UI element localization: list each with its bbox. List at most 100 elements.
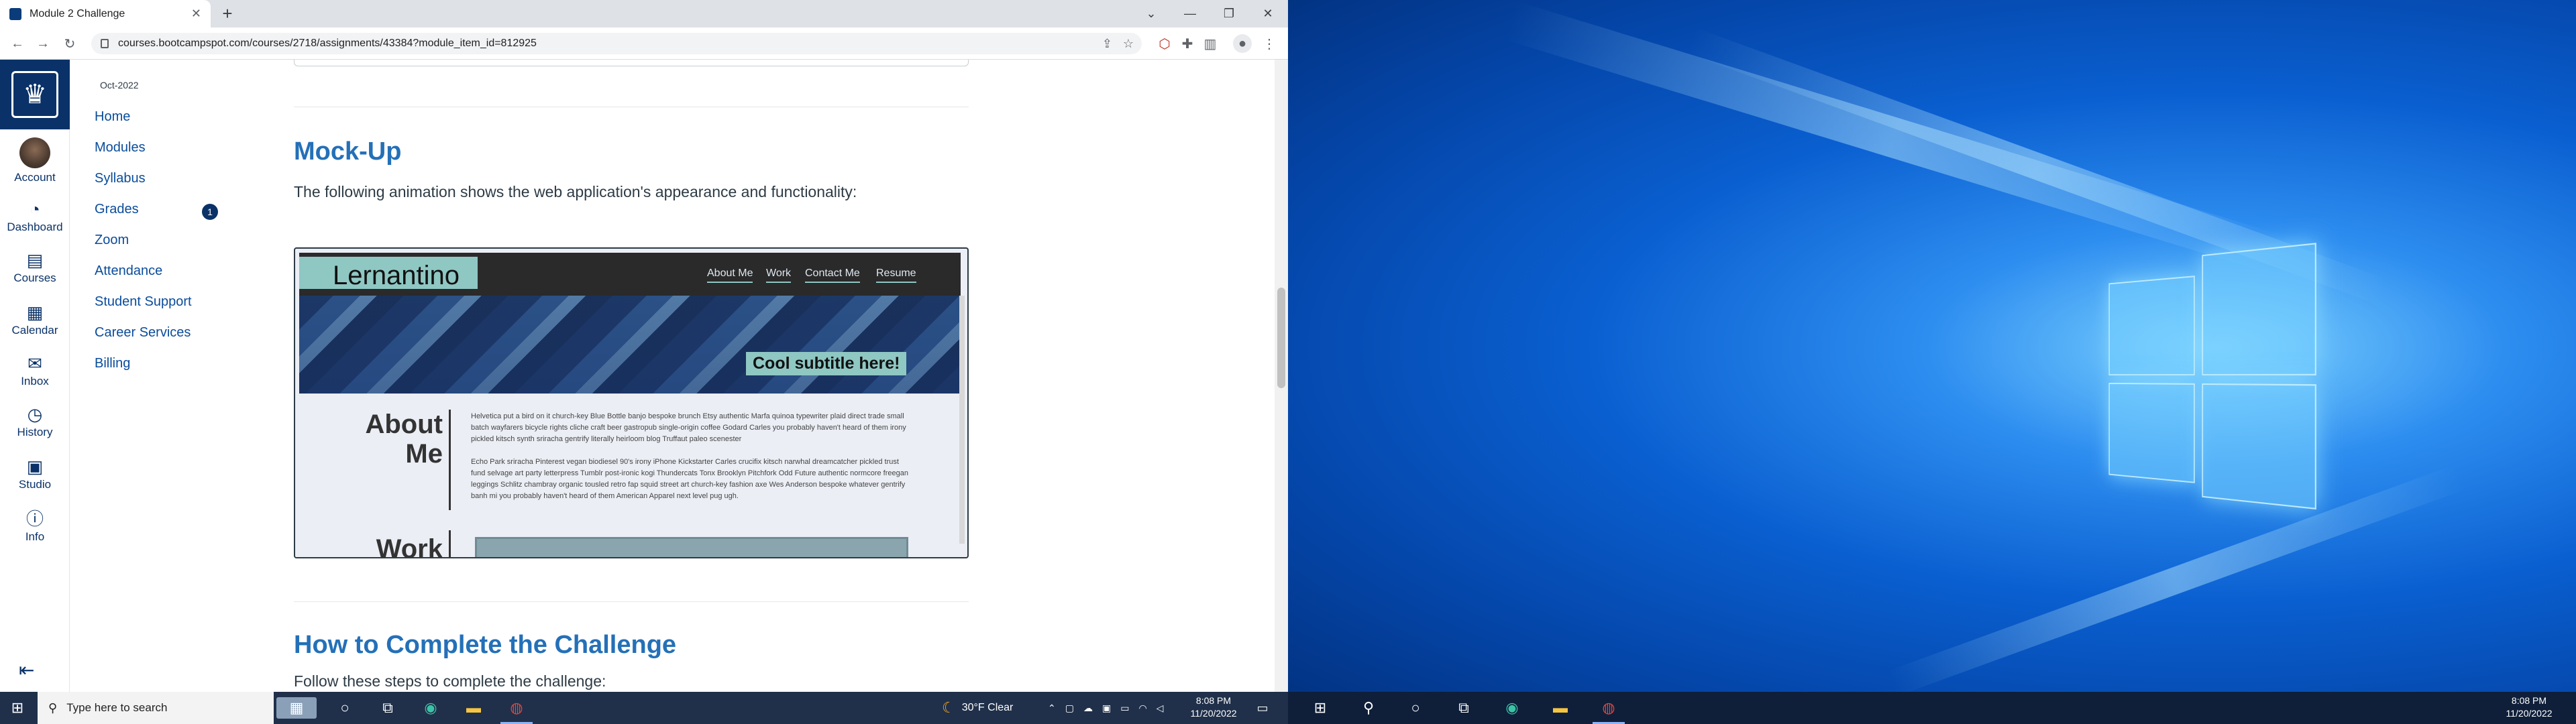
mockup-nav-item: Resume xyxy=(876,267,916,283)
search-icon[interactable]: ⚲ xyxy=(1358,697,1379,719)
search-placeholder: Type here to search xyxy=(66,701,168,714)
news-widget-icon[interactable]: ▦ xyxy=(276,697,317,719)
previous-section-box xyxy=(294,60,969,66)
taskbar-search[interactable]: ⚲ Type here to search xyxy=(38,692,274,724)
edge-icon[interactable]: ◉ xyxy=(420,697,441,719)
mockup-animation-image: Lernantino About Me Work Contact Me Resu… xyxy=(294,247,969,558)
institution-logo[interactable]: ♛ xyxy=(0,60,70,129)
nav-dashboard[interactable]: ◔ Dashboard xyxy=(0,198,70,234)
mockup-divider xyxy=(449,530,451,557)
tray-app-icon[interactable]: ▢ xyxy=(1065,703,1074,714)
onedrive-icon[interactable]: ☁ xyxy=(1083,703,1093,714)
collapse-nav-icon[interactable]: ⇤ xyxy=(19,659,34,681)
course-nav-grades[interactable]: Grades xyxy=(95,202,139,217)
start-windows-icon[interactable]: ⊞ xyxy=(7,697,28,719)
tab-strip: Module 2 Challenge ✕ + ⌄ — ❐ ✕ xyxy=(0,0,1288,27)
taskbar-clock[interactable]: 8:08 PM 11/20/2022 xyxy=(1181,695,1246,720)
chrome-icon[interactable]: ◍ xyxy=(506,697,527,719)
taskbar-right: ⊞ ⚲ ○ ⧉ ◉ ▬ ◍ 8:08 PM 11/20/2022 xyxy=(1288,692,2576,724)
course-nav-zoom[interactable]: Zoom xyxy=(95,233,129,248)
course-nav-billing[interactable]: Billing xyxy=(95,356,130,371)
course-nav-attendance[interactable]: Attendance xyxy=(95,263,162,279)
taskbar-clock[interactable]: 8:08 PM 11/20/2022 xyxy=(2496,695,2563,720)
close-window-icon[interactable]: ✕ xyxy=(1249,0,1287,27)
howto-heading: How to Complete the Challenge xyxy=(294,631,677,659)
nav-calendar[interactable]: ▦ Calendar xyxy=(0,301,70,337)
mockup-subtitle: Cool subtitle here! xyxy=(746,352,907,375)
file-explorer-icon[interactable]: ▬ xyxy=(1550,697,1571,719)
nav-inbox[interactable]: ✉ Inbox xyxy=(0,352,70,388)
lock-icon xyxy=(101,39,109,48)
screen: Module 2 Challenge ✕ + ⌄ — ❐ ✕ ← → ↻ cou… xyxy=(0,0,2576,724)
notification-icon[interactable]: ▭ xyxy=(1252,697,1273,719)
system-tray[interactable]: ⌃ ▢ ☁ ▣ ▭ ◠ ◁ xyxy=(1048,692,1163,724)
browser-window: Module 2 Challenge ✕ + ⌄ — ❐ ✕ ← → ↻ cou… xyxy=(0,0,1288,724)
edge-icon[interactable]: ◉ xyxy=(1501,697,1523,719)
course-nav-syllabus[interactable]: Syllabus xyxy=(95,171,146,186)
profile-icon[interactable]: ● xyxy=(1233,34,1252,53)
file-explorer-icon[interactable]: ▬ xyxy=(463,697,484,719)
extension-icon[interactable]: ⬡ xyxy=(1155,34,1174,53)
course-nav-home[interactable]: Home xyxy=(95,109,130,125)
grades-badge: 1 xyxy=(202,204,218,220)
bookmark-star-icon[interactable]: ☆ xyxy=(1123,37,1134,51)
book-icon: ▤ xyxy=(26,250,44,270)
nav-studio[interactable]: ▣ Studio xyxy=(0,455,70,491)
info-icon: ⓘ xyxy=(25,509,44,529)
new-tab-icon[interactable]: + xyxy=(219,5,236,23)
mockup-work-image xyxy=(475,537,908,557)
share-icon[interactable]: ⇪ xyxy=(1102,37,1112,51)
nav-label: Dashboard xyxy=(7,221,63,233)
nav-history[interactable]: ◷ History xyxy=(0,403,70,439)
close-tab-icon[interactable]: ✕ xyxy=(191,7,201,21)
minimize-icon[interactable]: — xyxy=(1171,0,1209,27)
menu-kebab-icon[interactable]: ⋮ xyxy=(1260,34,1279,53)
clock-icon: ◷ xyxy=(27,404,43,424)
reload-icon[interactable]: ↻ xyxy=(60,34,79,53)
divider xyxy=(294,601,969,602)
tab-title: Module 2 Challenge xyxy=(30,7,125,19)
clock-time: 8:08 PM xyxy=(2511,695,2547,706)
nav-account[interactable]: Account xyxy=(0,137,70,184)
mockup-nav-item: Work xyxy=(766,267,792,283)
chevron-up-icon[interactable]: ⌃ xyxy=(1048,703,1056,714)
mockup-description: The following animation shows the web ap… xyxy=(294,183,857,200)
cortana-icon[interactable]: ○ xyxy=(334,697,356,719)
mockup-nav-item: Contact Me xyxy=(805,267,860,283)
network-icon[interactable]: ◠ xyxy=(1138,703,1146,714)
crest-icon: ♛ xyxy=(11,71,58,118)
volume-icon[interactable]: ◁ xyxy=(1157,703,1164,714)
restore-icon[interactable]: ❐ xyxy=(1210,0,1248,27)
scrollbar-thumb[interactable] xyxy=(1277,288,1285,388)
nav-label: Studio xyxy=(18,478,52,491)
course-nav-modules[interactable]: Modules xyxy=(95,140,146,156)
course-nav-career-services[interactable]: Career Services xyxy=(95,325,191,341)
nav-courses[interactable]: ▤ Courses xyxy=(0,249,70,285)
light-beam xyxy=(1887,465,2464,697)
weather-text: 30°F Clear xyxy=(961,702,1014,713)
page-scrollbar[interactable] xyxy=(1275,60,1288,692)
tab-search-icon[interactable]: ⌄ xyxy=(1132,0,1170,27)
nav-info[interactable]: ⓘ Info xyxy=(0,507,70,544)
weather-widget[interactable]: ☾ 30°F Clear xyxy=(942,692,1013,724)
chrome-icon[interactable]: ◍ xyxy=(1598,697,1619,719)
task-view-icon[interactable]: ⧉ xyxy=(1453,697,1474,719)
cortana-icon[interactable]: ○ xyxy=(1405,697,1426,719)
windows-logo xyxy=(2108,243,2318,510)
course-nav-student-support[interactable]: Student Support xyxy=(95,294,192,310)
mockup-work-heading: Work xyxy=(376,534,443,558)
extensions-puzzle-icon[interactable]: ✚ xyxy=(1178,34,1197,53)
mockup-header: Lernantino About Me Work Contact Me Resu… xyxy=(299,253,961,296)
site-favicon-icon xyxy=(9,7,21,20)
side-panel-icon[interactable]: ▥ xyxy=(1201,34,1220,53)
start-windows-icon[interactable]: ⊞ xyxy=(1309,697,1331,719)
back-icon[interactable]: ← xyxy=(8,34,27,53)
address-bar[interactable]: courses.bootcampspot.com/courses/2718/as… xyxy=(91,33,1142,54)
nav-label: History xyxy=(17,426,53,438)
light-beam xyxy=(1503,1,2286,275)
forward-icon[interactable]: → xyxy=(34,34,52,53)
browser-tab[interactable]: Module 2 Challenge ✕ xyxy=(0,0,211,27)
battery-icon[interactable]: ▭ xyxy=(1120,703,1129,714)
task-view-icon[interactable]: ⧉ xyxy=(377,697,398,719)
tray-app-icon[interactable]: ▣ xyxy=(1102,703,1111,714)
